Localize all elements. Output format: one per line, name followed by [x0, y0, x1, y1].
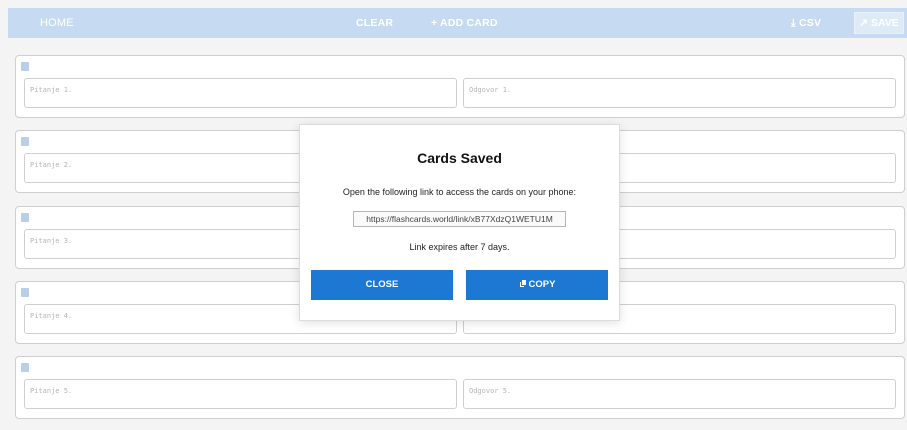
dialog-instruction: Open the following link to access the ca…	[342, 187, 577, 197]
cards-saved-dialog: Cards Saved Open the following link to a…	[299, 124, 620, 321]
link-expiry-text: Link expires after 7 days.	[409, 242, 510, 252]
dialog-title: Cards Saved	[417, 150, 502, 166]
close-button[interactable]: CLOSE	[311, 270, 453, 300]
modal-overlay: Cards Saved Open the following link to a…	[0, 0, 907, 430]
copy-icon	[518, 279, 527, 288]
copy-button-label: COPY	[528, 279, 556, 290]
share-link-field[interactable]: https://flashcards.world/link/xB77XdzQ1W…	[353, 211, 566, 227]
copy-button[interactable]: COPY	[466, 270, 608, 300]
